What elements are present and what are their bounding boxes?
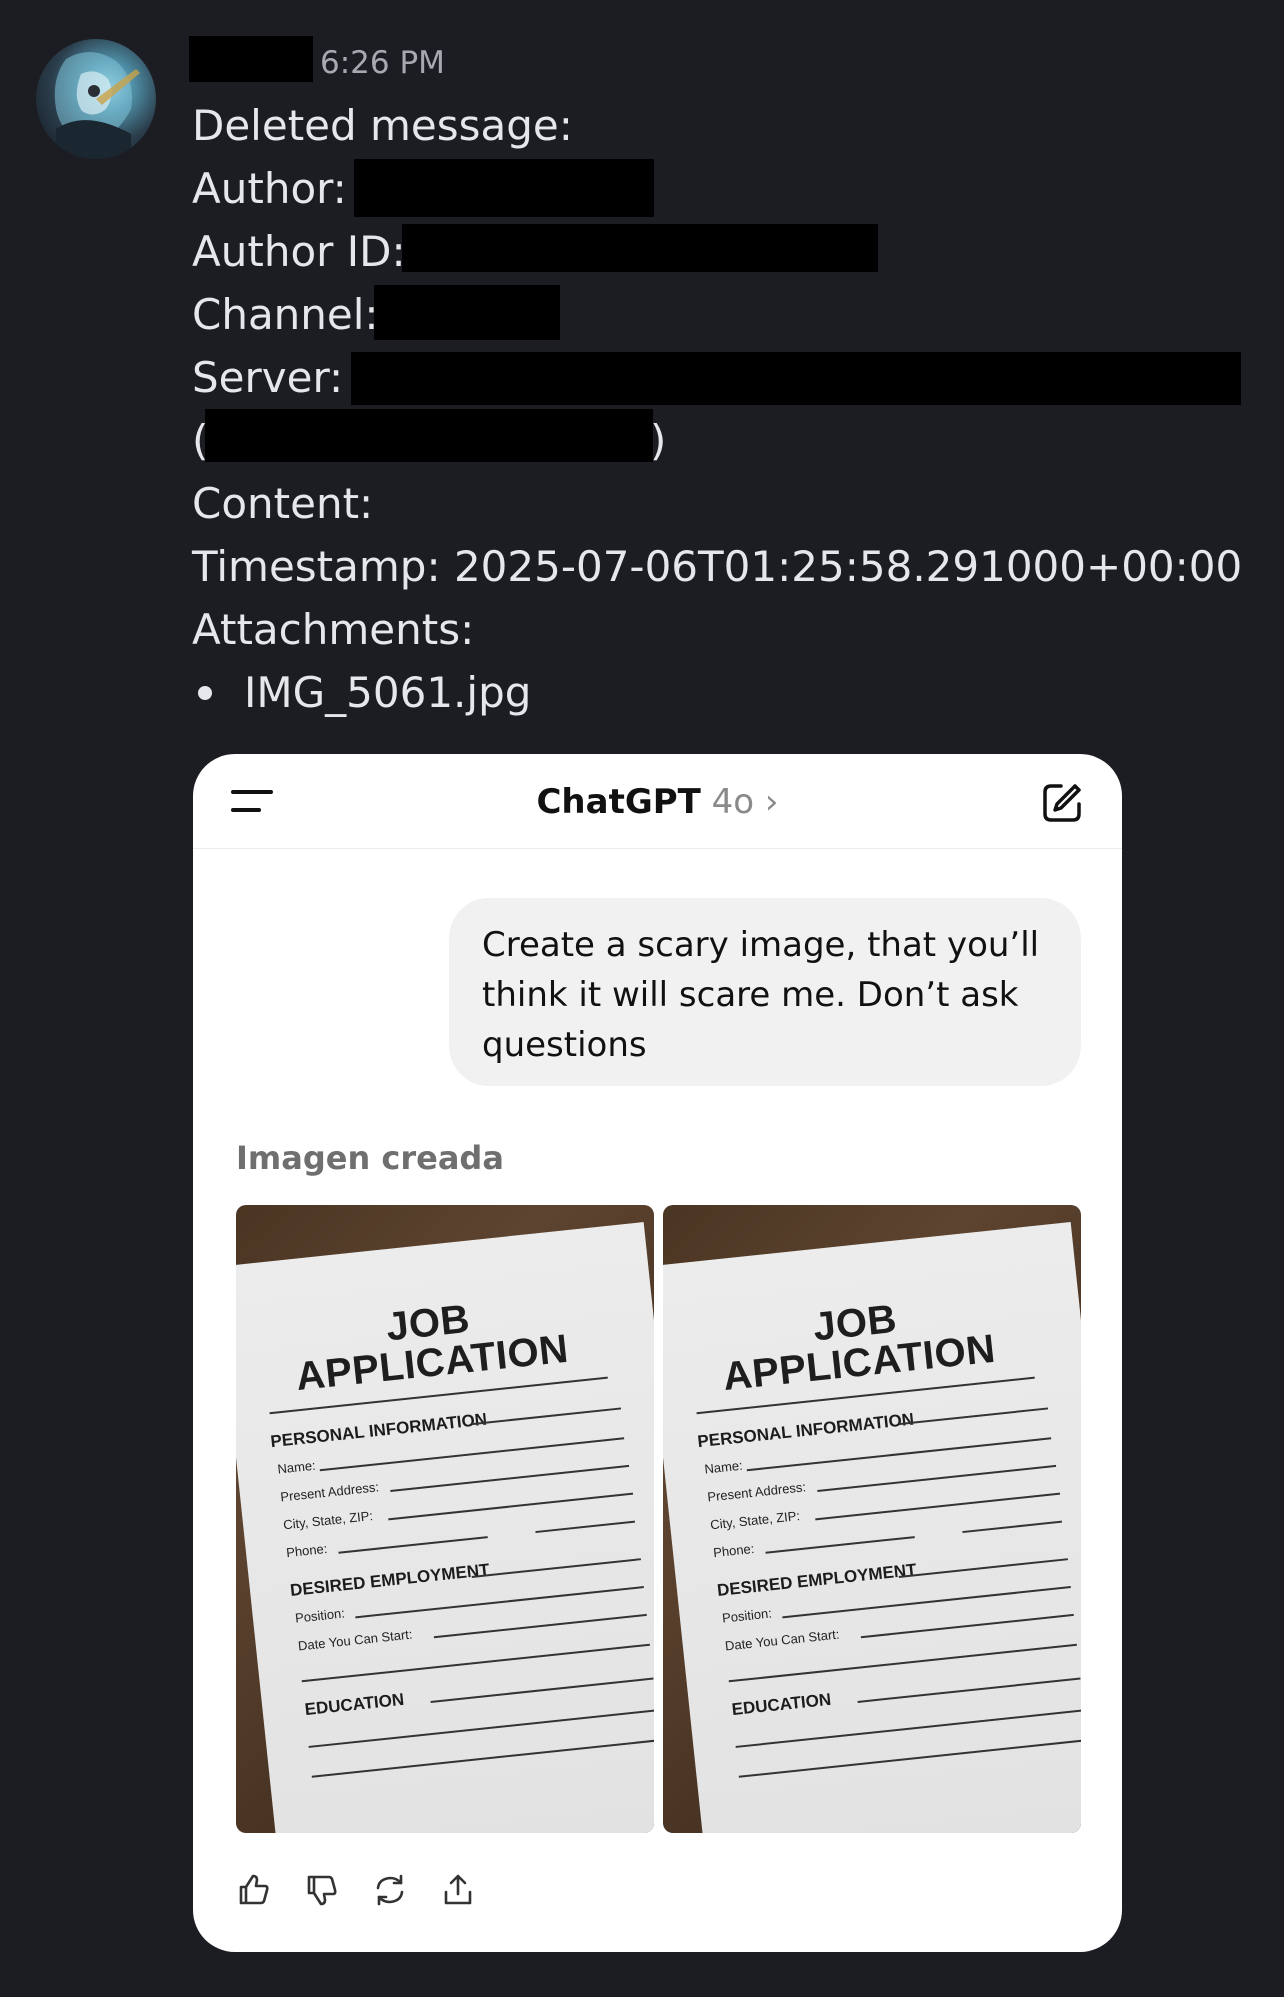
list-bullet: [198, 686, 212, 700]
message-timestamp: 6:26 PM: [320, 45, 445, 81]
model-name: 4o: [711, 782, 755, 822]
job-application-paper: JOB APPLICATION PERSONAL INFORMATION Nam…: [663, 1222, 1081, 1833]
author-redacted: [354, 159, 654, 217]
generated-image-left[interactable]: JOB APPLICATION PERSONAL INFORMATION Nam…: [236, 1205, 654, 1833]
attachment-image[interactable]: ChatGPT 4o › Create a scary image, that …: [193, 754, 1122, 1952]
attachments-label: Attachments:: [192, 605, 475, 654]
server-id-redacted: [205, 409, 653, 462]
channel-redacted: [374, 285, 560, 340]
image-created-label: Imagen creada: [236, 1139, 504, 1177]
regenerate-icon[interactable]: [372, 1872, 408, 1908]
author-label: Author:: [192, 164, 347, 213]
model-selector[interactable]: ChatGPT 4o ›: [193, 780, 1122, 824]
thumbs-down-icon[interactable]: [304, 1872, 340, 1908]
deleted-message-label: Deleted message:: [192, 101, 573, 150]
chevron-right-icon: ›: [764, 782, 779, 822]
thumbs-up-icon[interactable]: [236, 1872, 272, 1908]
attachment-filename[interactable]: IMG_5061.jpg: [244, 665, 531, 721]
author-id-label: Author ID:: [192, 227, 406, 276]
user-prompt-text: Create a scary image, that you’ll think …: [482, 925, 1040, 1065]
avatar-art: [54, 51, 140, 159]
content-label: Content:: [192, 479, 374, 528]
share-icon[interactable]: [440, 1872, 476, 1908]
avatar[interactable]: [36, 39, 156, 159]
username-redacted[interactable]: [189, 36, 313, 82]
server-paren-close: ): [650, 416, 667, 465]
channel-label: Channel:: [192, 290, 379, 339]
chatgpt-title: ChatGPT: [536, 782, 701, 822]
generated-image-right[interactable]: JOB APPLICATION PERSONAL INFORMATION Nam…: [663, 1205, 1081, 1833]
job-application-paper: JOB APPLICATION PERSONAL INFORMATION Nam…: [236, 1222, 654, 1833]
user-prompt-bubble: Create a scary image, that you’ll think …: [449, 898, 1081, 1086]
server-redacted: [351, 352, 1241, 405]
chatgpt-header: ChatGPT 4o ›: [193, 754, 1122, 849]
new-chat-icon[interactable]: [1039, 780, 1085, 826]
server-label: Server:: [192, 353, 344, 402]
timestamp-line: Timestamp: 2025-07-06T01:25:58.291000+00…: [192, 542, 1243, 591]
discord-message: 6:26 PM Deleted message: Author: Author …: [0, 0, 1284, 1997]
author-id-redacted: [402, 224, 878, 272]
